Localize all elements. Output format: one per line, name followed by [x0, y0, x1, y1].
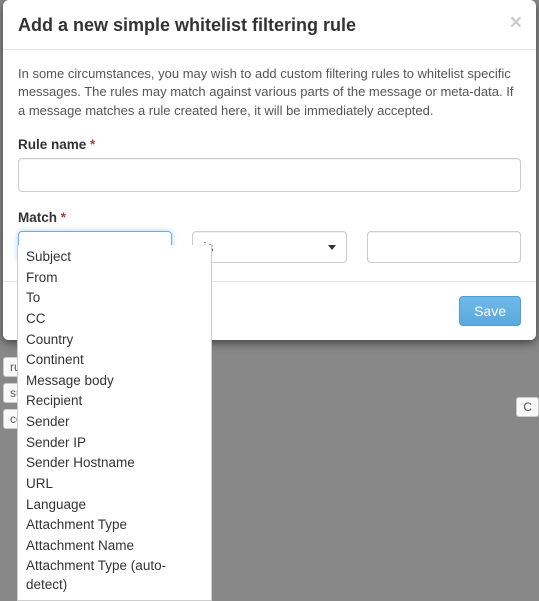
- modal-title: Add a new simple whitelist filtering rul…: [18, 15, 521, 37]
- dropdown-option[interactable]: Recipient: [18, 391, 211, 412]
- required-mark: *: [61, 210, 66, 225]
- save-button[interactable]: Save: [459, 296, 521, 326]
- dropdown-option[interactable]: Continent: [18, 350, 211, 371]
- dropdown-option[interactable]: Attachment Type (auto-detect): [18, 556, 211, 595]
- dropdown-option[interactable]: Country: [18, 330, 211, 351]
- match-value-input[interactable]: [367, 231, 521, 263]
- dropdown-option[interactable]: Attachment Name: [18, 536, 211, 557]
- dropdown-option[interactable]: Sender IP: [18, 433, 211, 454]
- dropdown-option[interactable]: To: [18, 288, 211, 309]
- dropdown-option[interactable]: CC: [18, 309, 211, 330]
- close-icon[interactable]: ×: [510, 12, 522, 33]
- dropdown-option[interactable]: Message body: [18, 371, 211, 392]
- dropdown-option[interactable]: Sender Hostname: [18, 453, 211, 474]
- match-operator-select[interactable]: is: [192, 231, 346, 263]
- modal-header: Add a new simple whitelist filtering rul…: [3, 0, 536, 50]
- dropdown-option[interactable]: Sender: [18, 412, 211, 433]
- rule-name-label-text: Rule name: [18, 137, 86, 152]
- match-field-dropdown[interactable]: SubjectFromToCCCountryContinentMessage b…: [17, 245, 212, 601]
- chevron-down-icon: [328, 245, 336, 250]
- bg-tab: C: [516, 397, 539, 417]
- match-label-text: Match: [18, 210, 57, 225]
- dropdown-option[interactable]: Subject: [18, 247, 211, 268]
- match-label: Match *: [18, 210, 521, 225]
- required-mark: *: [90, 137, 95, 152]
- dropdown-option[interactable]: Attachment Type: [18, 515, 211, 536]
- dropdown-option[interactable]: URL: [18, 474, 211, 495]
- dropdown-option[interactable]: From: [18, 268, 211, 289]
- dropdown-option[interactable]: Language: [18, 495, 211, 516]
- help-text: In some circumstances, you may wish to a…: [18, 65, 521, 122]
- rule-name-label: Rule name *: [18, 137, 521, 152]
- rule-name-input[interactable]: [18, 158, 521, 192]
